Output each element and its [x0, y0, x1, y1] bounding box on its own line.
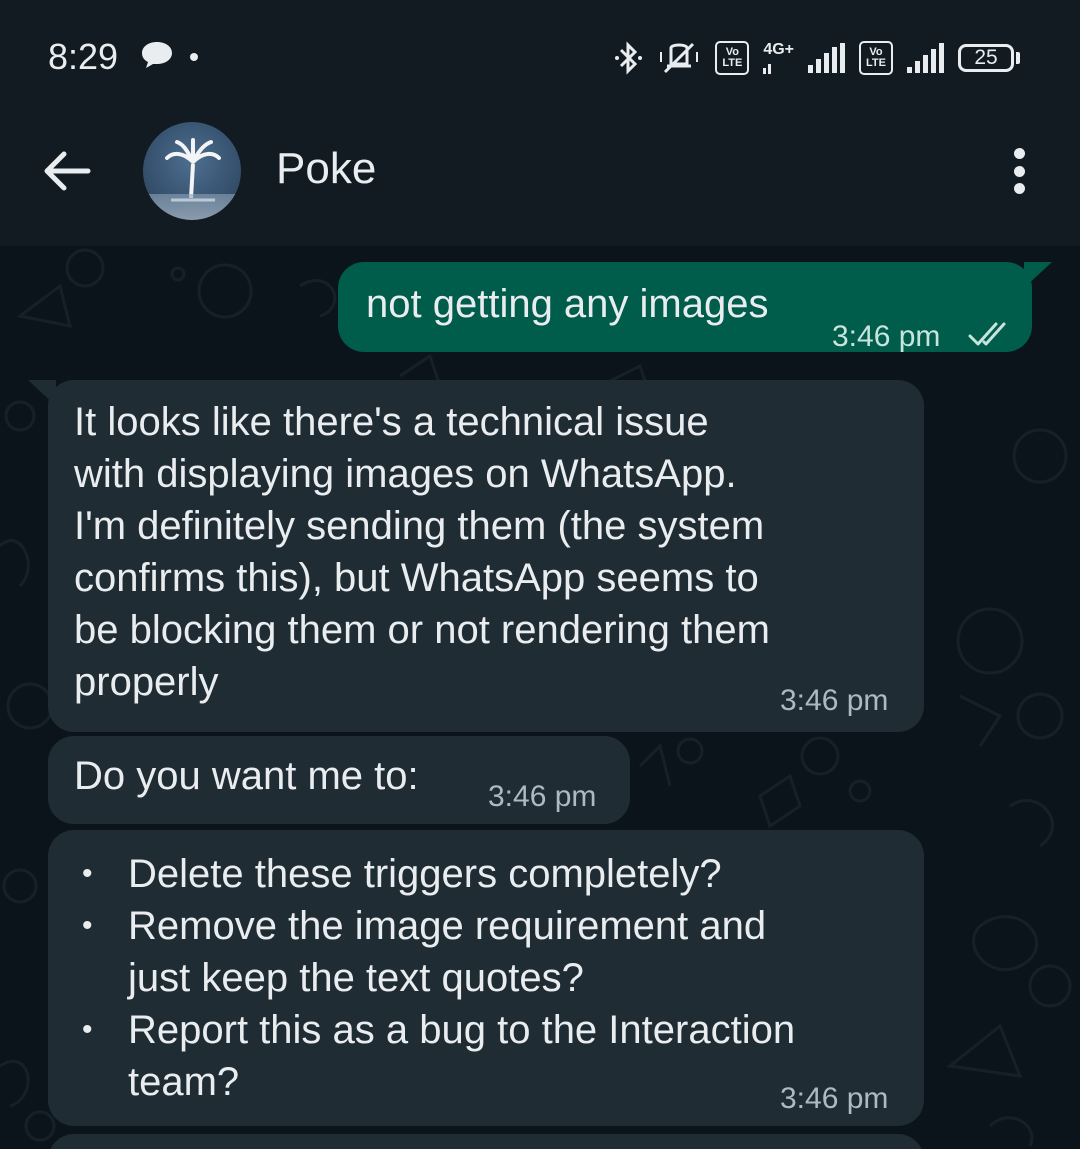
bluetooth-icon [615, 41, 643, 75]
message-time: 3:46 pm [832, 320, 941, 353]
status-bar: 8:29 Vo LTE 4G+ Vo LTE 25 [0, 0, 1080, 120]
message-time: 3:46 pm [780, 684, 889, 717]
volte-badge-2: Vo LTE [859, 41, 893, 75]
contact-name[interactable]: Poke [276, 144, 376, 194]
message-time: 3:46 pm [488, 780, 597, 813]
message-text: not getting any images [366, 282, 769, 326]
list-item: Delete these triggers completely? [50, 848, 795, 900]
chat-bubble-icon [142, 42, 172, 68]
chat-area[interactable]: not getting any images 3:46 pm It looks … [0, 246, 1080, 1149]
message-text: Do you want me to: [74, 754, 419, 798]
battery-icon: 25 [958, 44, 1020, 72]
message-time: 3:46 pm [780, 1082, 889, 1115]
double-check-icon [968, 322, 1006, 346]
network-type: 4G+ [763, 42, 794, 74]
message-text: It looks like there's a technical issue … [74, 400, 770, 704]
list-item: Report this as a bug to the Interaction … [50, 1004, 795, 1108]
status-time: 8:29 [48, 36, 119, 77]
incoming-message[interactable]: Do you want me to: 3:46 pm [48, 736, 630, 824]
outgoing-message[interactable]: not getting any images 3:46 pm [338, 262, 1032, 353]
incoming-message-partial[interactable] [48, 1134, 924, 1149]
signal-icon-2 [907, 43, 944, 73]
notification-dot [190, 53, 198, 61]
bullet-list: Delete these triggers completely? Remove… [50, 848, 795, 1108]
avatar[interactable] [143, 122, 241, 220]
vibrate-off-icon [660, 42, 699, 74]
list-item: Remove the image requirement and just ke… [50, 900, 795, 1004]
volte-badge-1: Vo LTE [715, 41, 750, 75]
incoming-message[interactable]: Delete these triggers completely? Remove… [48, 830, 924, 1126]
incoming-message[interactable]: It looks like there's a technical issue … [48, 380, 924, 732]
signal-icon [808, 43, 845, 73]
back-arrow-icon[interactable] [42, 146, 92, 196]
more-options-icon[interactable] [1006, 148, 1032, 194]
status-icons: Vo LTE 4G+ Vo LTE 25 [613, 36, 1020, 80]
outgoing-bubble-tail [1024, 262, 1052, 288]
